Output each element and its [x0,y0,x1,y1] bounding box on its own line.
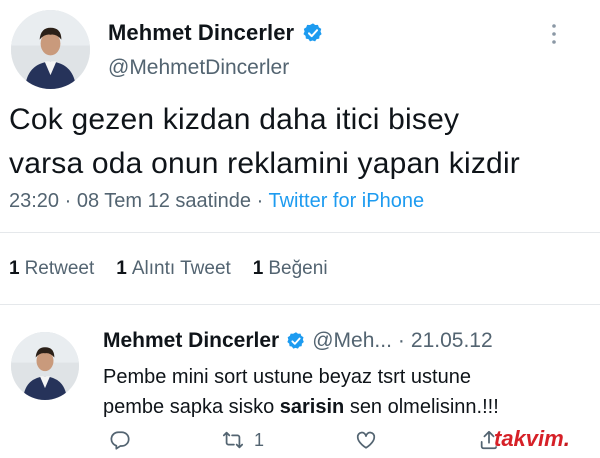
verified-badge-icon [303,23,322,42]
retweet-button[interactable]: 1 [222,428,264,452]
stat-likes-label: Beğeni [268,258,328,279]
reply-author-handle[interactable]: @Meh... [312,329,392,353]
main-avatar[interactable] [11,10,90,89]
retweet-icon [222,431,244,449]
main-author-name[interactable]: Mehmet Dincerler [108,20,324,46]
reply-icon [110,431,130,450]
profile-photo [11,332,79,400]
tweet-source-link[interactable]: Twitter for iPhone [268,190,424,212]
stat-likes[interactable]: 1 Beğeni [253,258,328,280]
verified-badge-icon [287,332,305,349]
stat-quote-tweets[interactable]: 1 Alıntı Tweet [116,258,231,280]
tweet-meta: 23:20 · 08 Tem 12 saatinde · Twitter for… [9,190,424,213]
separator-dot: · [397,329,405,352]
watermark-text: takvim [494,426,564,451]
stat-likes-count: 1 [252,258,264,279]
stat-quote-label: Alıntı Tweet [131,258,231,279]
stat-retweets[interactable]: 1 Retweet [9,258,94,280]
reply-avatar[interactable] [11,332,79,400]
reply-line-1: Pembe mini sort ustune beyaz tsrt ustune [103,366,471,388]
divider [0,304,600,305]
tweet-stats: 1 Retweet 1 Alıntı Tweet 1 Beğeni [9,258,328,280]
stat-retweets-label: Retweet [24,258,95,279]
more-vertical-icon[interactable] [548,22,560,46]
retweet-count: 1 [254,429,265,450]
heart-icon [356,431,376,449]
reply-tweet-text: Pembe mini sort ustune beyaz tsrt ustune… [103,362,593,422]
reply-line-2-part-2: sen olmelisinn.!!! [349,396,499,418]
reply-button[interactable] [109,428,131,452]
main-tweet-text: Cok gezen kizdan daha itici bisey varsa … [9,98,594,186]
reply-header: Mehmet Dincerler @Meh... · 21.05.12 [103,329,493,353]
stat-quote-count: 1 [116,258,127,279]
reply-author-name[interactable]: Mehmet Dincerler [103,329,279,353]
main-tweet-line-2: varsa oda onun reklamini yapan kizdir [9,147,520,180]
watermark-dot: . [563,426,570,451]
divider [0,232,600,233]
reply-line-2: pembe sapka sisko sarisin sen olmelisinn… [103,392,593,422]
profile-photo [11,10,90,89]
main-author-handle[interactable]: @MehmetDincerler [108,56,289,80]
tweet-timestamp[interactable]: 23:20 · 08 Tem 12 saatinde · [9,190,263,212]
reply-line-2-part-1: pembe sapka sisko [103,396,275,418]
watermark-logo: takvim. [494,426,570,452]
stat-retweets-count: 1 [9,258,20,279]
author-name-text[interactable]: Mehmet Dincerler [108,20,294,46]
reply-line-2-bold: sarisin [279,396,345,418]
like-button[interactable] [355,428,377,452]
reply-date[interactable]: 21.05.12 [411,329,493,353]
main-tweet-line-1: Cok gezen kizdan daha itici bisey [9,103,460,136]
